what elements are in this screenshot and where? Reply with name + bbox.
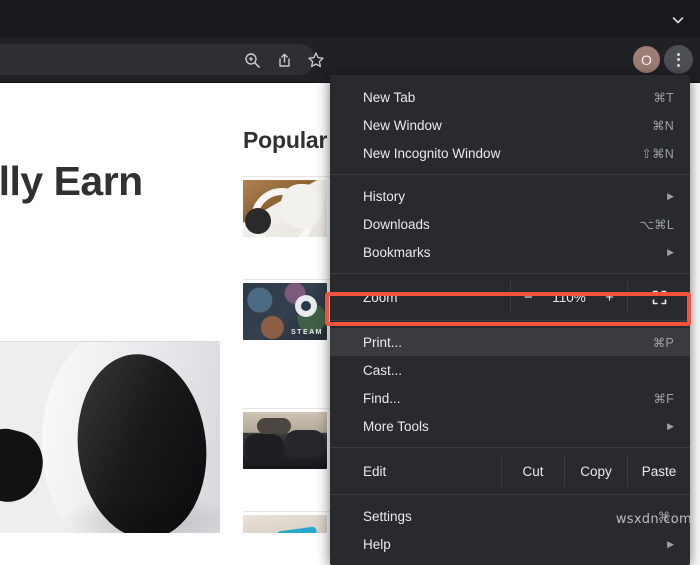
menu-item-label: History bbox=[363, 189, 659, 204]
menu-row-edit: Edit Cut Copy Paste bbox=[330, 455, 690, 487]
menu-item-label: Cast... bbox=[363, 363, 674, 378]
menu-item-find[interactable]: Find... ⌘F bbox=[330, 384, 690, 412]
tab-strip bbox=[0, 0, 700, 37]
headphone-shadow bbox=[60, 492, 220, 533]
chevron-right-icon: ▶ bbox=[667, 247, 674, 258]
menu-item-bookmarks[interactable]: Bookmarks ▶ bbox=[330, 238, 690, 266]
menu-dot bbox=[677, 64, 680, 67]
menu-row-zoom: Zoom − 110% + bbox=[330, 281, 690, 313]
watermark: wsxdn.com bbox=[616, 512, 692, 527]
menu-item-new-window[interactable]: New Window ⌘N bbox=[330, 111, 690, 139]
paste-button[interactable]: Paste bbox=[627, 455, 690, 487]
share-icon[interactable] bbox=[272, 48, 296, 72]
page-title: Popular bbox=[243, 127, 327, 154]
browser-window: O eally Earn Popular bbox=[0, 0, 700, 533]
menu-item-new-tab[interactable]: New Tab ⌘T bbox=[330, 83, 690, 111]
menu-separator bbox=[330, 174, 690, 175]
list-item-thumbnail bbox=[243, 412, 327, 469]
menu-item-label: New Incognito Window bbox=[363, 146, 641, 161]
menu-item-label: Help bbox=[363, 537, 659, 552]
zoom-controls: − 110% + bbox=[510, 281, 628, 313]
menu-item-label: Settings bbox=[363, 509, 658, 524]
menu-item-print[interactable]: Print... ⌘P bbox=[330, 328, 690, 356]
menu-dot bbox=[677, 58, 680, 61]
menu-item-cast[interactable]: Cast... bbox=[330, 356, 690, 384]
menu-item-label: Bookmarks bbox=[363, 245, 659, 260]
menu-item-shortcut: ⌘N bbox=[652, 118, 674, 133]
avatar[interactable]: O bbox=[633, 46, 660, 73]
chevron-right-icon: ▶ bbox=[667, 191, 674, 202]
zoom-level-value: 110% bbox=[552, 290, 586, 305]
menu-item-help[interactable]: Help ▶ bbox=[330, 530, 690, 558]
list-item-thumbnail bbox=[243, 180, 327, 237]
menu-separator bbox=[330, 447, 690, 448]
menu-separator bbox=[330, 494, 690, 495]
menu-item-label: New Window bbox=[363, 118, 652, 133]
menu-item-shortcut: ⇧⌘N bbox=[641, 146, 674, 161]
menu-dot bbox=[677, 53, 680, 56]
three-dot-menu-icon[interactable] bbox=[664, 45, 693, 74]
list-item-thumbnail bbox=[243, 515, 327, 534]
menu-item-new-incognito-window[interactable]: New Incognito Window ⇧⌘N bbox=[330, 139, 690, 167]
menu-item-shortcut: ⌥⌘L bbox=[640, 217, 674, 232]
chevron-right-icon: ▶ bbox=[667, 421, 674, 432]
menu-item-history[interactable]: History ▶ bbox=[330, 182, 690, 210]
zoom-in-button[interactable]: + bbox=[599, 289, 621, 306]
avatar-initial: O bbox=[641, 52, 652, 68]
cut-button[interactable]: Cut bbox=[501, 455, 564, 487]
menu-separator bbox=[330, 273, 690, 274]
menu-item-shortcut: ⌘T bbox=[653, 90, 674, 105]
menu-item-label: Downloads bbox=[363, 217, 640, 232]
edit-label: Edit bbox=[330, 455, 501, 487]
menu-item-label: More Tools bbox=[363, 419, 659, 434]
zoom-label: Zoom bbox=[330, 281, 510, 313]
menu-item-label: New Tab bbox=[363, 90, 653, 105]
article-headline: eally Earn bbox=[0, 158, 143, 205]
menu-item-label: Print... bbox=[363, 335, 653, 350]
zoom-out-button[interactable]: − bbox=[517, 289, 539, 306]
menu-separator bbox=[330, 320, 690, 321]
menu-item-more-tools[interactable]: More Tools ▶ bbox=[330, 412, 690, 440]
fullscreen-icon[interactable] bbox=[628, 281, 690, 313]
menu-item-shortcut: ⌘P bbox=[653, 335, 674, 350]
address-bar[interactable] bbox=[0, 44, 315, 75]
copy-button[interactable]: Copy bbox=[564, 455, 627, 487]
chevron-down-icon[interactable] bbox=[668, 10, 688, 30]
bookmark-star-icon[interactable] bbox=[304, 48, 328, 72]
zoom-in-icon[interactable] bbox=[240, 48, 264, 72]
chrome-main-menu: New Tab ⌘T New Window ⌘N New Incognito W… bbox=[330, 75, 690, 565]
menu-item-label: Find... bbox=[363, 391, 653, 406]
menu-item-shortcut: ⌘F bbox=[653, 391, 674, 406]
list-item-thumbnail: STEAM bbox=[243, 283, 327, 340]
chevron-right-icon: ▶ bbox=[667, 539, 674, 550]
menu-item-downloads[interactable]: Downloads ⌥⌘L bbox=[330, 210, 690, 238]
hero-image[interactable] bbox=[0, 341, 220, 533]
